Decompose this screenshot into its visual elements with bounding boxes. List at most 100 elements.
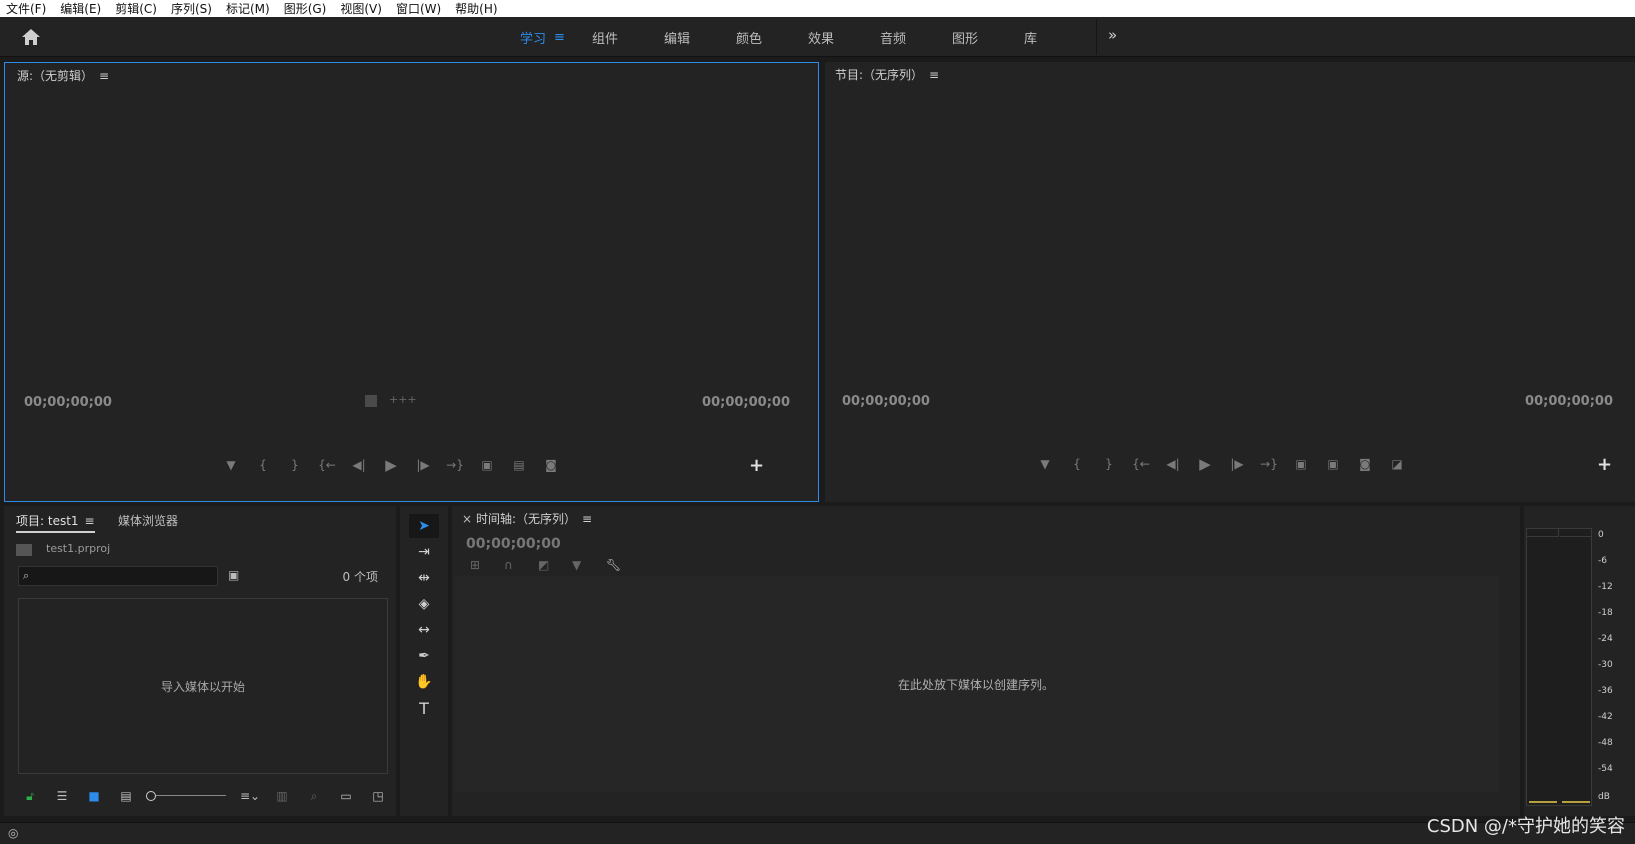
- mark-out-icon[interactable]: }: [1093, 454, 1125, 474]
- menu-graphics[interactable]: 图形(G): [284, 0, 327, 17]
- panel-menu-icon[interactable]: ≡: [85, 514, 95, 528]
- meter-unit: dB: [1598, 792, 1610, 802]
- drag-handle-icon[interactable]: +++: [389, 393, 417, 406]
- home-icon[interactable]: [20, 27, 42, 47]
- fit-dropdown-icon[interactable]: [365, 395, 377, 407]
- more-workspaces-icon[interactable]: »: [1108, 26, 1117, 44]
- step-back-icon[interactable]: ◀|: [343, 455, 375, 475]
- menu-file[interactable]: 文件(F): [6, 0, 46, 17]
- menu-marker[interactable]: 标记(M): [226, 0, 270, 17]
- go-to-out-icon[interactable]: →}: [1253, 454, 1285, 474]
- mark-in-icon[interactable]: {: [247, 455, 279, 475]
- project-drop-area[interactable]: 导入媒体以开始: [18, 598, 388, 774]
- timeline-title-label: 时间轴:（无序列）: [476, 512, 577, 526]
- menu-edit[interactable]: 编辑(E): [60, 0, 101, 17]
- tab-libraries[interactable]: 库: [1024, 28, 1096, 47]
- timeline-title[interactable]: 时间轴:（无序列） ≡: [476, 510, 592, 527]
- nest-icon[interactable]: ⊞: [470, 558, 504, 572]
- tab-effects[interactable]: 效果: [808, 28, 880, 47]
- hand-tool-icon[interactable]: ✋: [409, 670, 439, 694]
- export-frame-icon[interactable]: ◙: [1349, 454, 1381, 474]
- slip-tool-icon[interactable]: ↔: [409, 618, 439, 642]
- step-back-icon[interactable]: ◀|: [1157, 454, 1189, 474]
- linked-selection-icon[interactable]: ◩: [538, 558, 572, 572]
- panel-menu-icon[interactable]: ≡: [582, 512, 592, 526]
- selection-tool-icon[interactable]: ➤: [409, 514, 439, 538]
- button-editor-icon[interactable]: +: [1597, 454, 1612, 475]
- extract-icon[interactable]: ▣: [1317, 454, 1349, 474]
- tab-editing[interactable]: 编辑: [664, 28, 736, 47]
- track-select-tool-icon[interactable]: ⇥: [409, 540, 439, 564]
- wrench-icon[interactable]: 🔧︎: [606, 558, 640, 572]
- panel-menu-icon[interactable]: ≡: [99, 69, 109, 83]
- mark-in-icon[interactable]: {: [1061, 454, 1093, 474]
- tab-graphics[interactable]: 图形: [952, 28, 1024, 47]
- icon-view-icon[interactable]: ■: [82, 788, 106, 804]
- insert-icon[interactable]: ▣: [471, 455, 503, 475]
- list-view-icon[interactable]: ☰: [50, 788, 74, 804]
- menu-help[interactable]: 帮助(H): [455, 0, 497, 17]
- ripple-edit-tool-icon[interactable]: ⇹: [409, 566, 439, 590]
- overwrite-icon[interactable]: ▤: [503, 455, 535, 475]
- empty-message: 导入媒体以开始: [160, 679, 245, 694]
- level-left: [1529, 801, 1557, 803]
- new-bin-icon[interactable]: ▭: [334, 788, 358, 804]
- program-title[interactable]: 节目:（无序列） ≡: [835, 66, 939, 83]
- workspace-bar: 学习 ≡ 组件 编辑 颜色 效果 音频 图形 库 »: [0, 17, 1635, 57]
- source-monitor[interactable]: 源:（无剪辑） ≡ 00;00;00;00 +++ 00;00;00;00 ▼ {…: [4, 62, 819, 502]
- panel-menu-icon[interactable]: ≡: [929, 68, 939, 82]
- snap-icon[interactable]: ∩: [504, 558, 538, 572]
- menu-clip[interactable]: 剪辑(C): [115, 0, 157, 17]
- tab-media-browser[interactable]: 媒体浏览器: [118, 512, 178, 529]
- menu-sequence[interactable]: 序列(S): [171, 0, 212, 17]
- source-timecode-in[interactable]: 00;00;00;00: [24, 395, 112, 410]
- tab-project[interactable]: 项目: test1 ≡: [16, 512, 95, 533]
- close-icon[interactable]: ×: [462, 512, 472, 526]
- tab-learning-label: 学习: [520, 31, 547, 47]
- program-timecode-in[interactable]: 00;00;00;00: [842, 394, 930, 409]
- step-forward-icon[interactable]: |▶: [407, 455, 439, 475]
- add-marker-icon[interactable]: ▼: [572, 558, 606, 572]
- timeline-timecode[interactable]: 00;00;00;00: [466, 536, 561, 552]
- go-to-in-icon[interactable]: {←: [1125, 454, 1157, 474]
- pen-tool-icon[interactable]: ✒: [409, 644, 439, 668]
- razor-tool-icon[interactable]: ◈: [409, 592, 439, 616]
- find-icon[interactable]: ▣: [228, 568, 239, 582]
- tab-audio[interactable]: 音频: [880, 28, 952, 47]
- status-bar: ◎: [0, 822, 1635, 844]
- step-forward-icon[interactable]: |▶: [1221, 454, 1253, 474]
- tab-color[interactable]: 颜色: [736, 28, 808, 47]
- play-icon[interactable]: ▶: [1189, 454, 1221, 474]
- slider-handle[interactable]: [146, 791, 156, 801]
- source-title[interactable]: 源:（无剪辑） ≡: [17, 67, 109, 84]
- find-icon[interactable]: ⌕: [302, 788, 326, 804]
- new-item-icon[interactable]: ◳: [366, 788, 390, 804]
- sync-icon[interactable]: ◎: [8, 826, 18, 840]
- menu-view[interactable]: 视图(V): [340, 0, 382, 17]
- comparison-view-icon[interactable]: ◪: [1381, 454, 1413, 474]
- play-icon[interactable]: ▶: [375, 455, 407, 475]
- workspace-menu-icon[interactable]: ≡: [554, 30, 565, 45]
- go-to-out-icon[interactable]: →}: [439, 455, 471, 475]
- divider: [1096, 19, 1097, 55]
- timeline-drop-area[interactable]: 在此处放下媒体以创建序列。: [454, 576, 1498, 792]
- button-editor-icon[interactable]: +: [749, 455, 764, 476]
- lock-icon[interactable]: 🔓︎: [18, 788, 42, 804]
- tab-assembly[interactable]: 组件: [592, 28, 664, 47]
- lift-icon[interactable]: ▣: [1285, 454, 1317, 474]
- mark-out-icon[interactable]: }: [279, 455, 311, 475]
- marker-icon[interactable]: ▼: [1029, 454, 1061, 474]
- tab-learning[interactable]: 学习 ≡: [520, 28, 592, 47]
- menu-window[interactable]: 窗口(W): [396, 0, 441, 17]
- export-frame-icon[interactable]: ◙: [535, 455, 567, 475]
- marker-icon[interactable]: ▼: [215, 455, 247, 475]
- freeform-view-icon[interactable]: ▤: [114, 788, 138, 804]
- zoom-slider[interactable]: [146, 791, 226, 801]
- project-search-input[interactable]: ⌕: [18, 566, 218, 586]
- program-monitor[interactable]: 节目:（无序列） ≡ 00;00;00;00 00;00;00;00 ▼ { } …: [825, 62, 1635, 502]
- sort-icon[interactable]: ≡⌄: [238, 788, 262, 804]
- automate-icon[interactable]: ▥: [270, 788, 294, 804]
- type-tool-icon[interactable]: T: [409, 696, 439, 720]
- go-to-in-icon[interactable]: {←: [311, 455, 343, 475]
- watermark: CSDN @/*守护她的笑容: [1426, 816, 1625, 837]
